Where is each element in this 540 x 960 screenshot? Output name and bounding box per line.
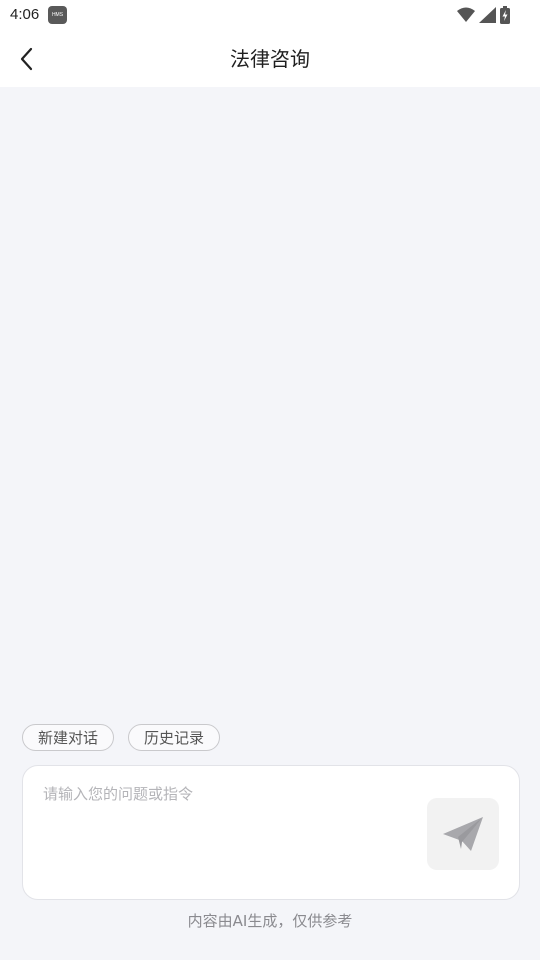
- message-composer: [22, 765, 520, 900]
- hms-notification-icon: HMS: [48, 6, 67, 24]
- paper-plane-icon: [443, 817, 483, 851]
- new-chat-button[interactable]: 新建对话: [22, 724, 115, 751]
- ai-disclaimer: 内容由AI生成，仅供参考: [187, 912, 353, 930]
- status-time: 4:06: [10, 6, 40, 23]
- page-title: 法律咨询: [230, 47, 310, 71]
- chat-message-area: [0, 87, 540, 717]
- app-bar: 法律咨询: [0, 32, 540, 87]
- status-bar: 4:06 HMS: [0, 0, 540, 32]
- message-input[interactable]: [43, 783, 413, 883]
- status-icons: [457, 5, 510, 25]
- send-button[interactable]: [427, 798, 499, 870]
- history-button[interactable]: 历史记录: [128, 724, 221, 751]
- quick-action-chips: 新建对话 历史记录: [22, 724, 221, 751]
- wifi-icon: [457, 7, 475, 22]
- battery-charging-icon: [500, 6, 510, 24]
- cellular-signal-icon: [479, 7, 496, 23]
